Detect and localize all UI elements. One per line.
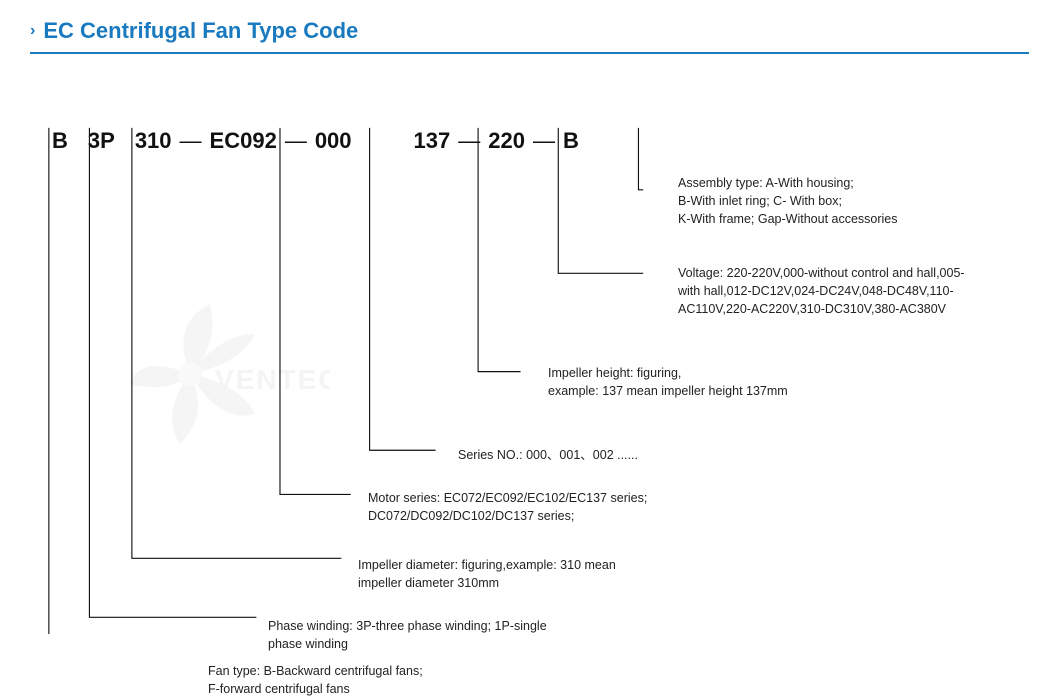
title-area: › EC Centrifugal Fan Type Code [30, 18, 1029, 54]
annotation-assembly: Assembly type: A-With housing; B-With in… [678, 174, 898, 228]
annotation-series-no: Series NO.: 000、001、002 ...... [458, 446, 638, 464]
page-title: EC Centrifugal Fan Type Code [43, 18, 358, 44]
annotation-impeller-height: Impeller height: figuring, example: 137 … [548, 364, 788, 400]
code-000: 000 [315, 128, 352, 154]
annotation-impeller-diameter: Impeller diameter: figuring,example: 310… [358, 556, 616, 592]
code-B2: B [563, 128, 579, 154]
watermark-logo: VENTEC [110, 284, 330, 469]
code-row: B 3P 310 — EC092 — 000 137 — 220 — B [40, 114, 581, 154]
dash-4: — [533, 128, 555, 154]
code-310: 310 [135, 128, 172, 154]
code-220: 220 [488, 128, 525, 154]
diagram-area: VENTEC B 3P 310 — EC092 — 000 137 — 220 … [30, 64, 1029, 634]
annotation-motor-series: Motor series: EC072/EC092/EC102/EC137 se… [368, 489, 647, 525]
code-3P: 3P [88, 128, 115, 154]
code-137: 137 [414, 128, 451, 154]
page: › EC Centrifugal Fan Type Code VENTEC [0, 0, 1059, 668]
annotation-phase-winding: Phase winding: 3P-three phase winding; 1… [268, 617, 547, 653]
dash-2: — [285, 128, 307, 154]
code-B: B [52, 128, 68, 154]
chevron-icon: › [30, 22, 35, 40]
svg-text:VENTEC: VENTEC [215, 364, 330, 395]
annotation-fan-type: Fan type: B-Backward centrifugal fans; F… [208, 662, 423, 698]
dash-1: — [180, 128, 202, 154]
code-EC092: EC092 [210, 128, 277, 154]
dash-3: — [458, 128, 480, 154]
annotation-voltage: Voltage: 220-220V,000-without control an… [678, 264, 965, 318]
